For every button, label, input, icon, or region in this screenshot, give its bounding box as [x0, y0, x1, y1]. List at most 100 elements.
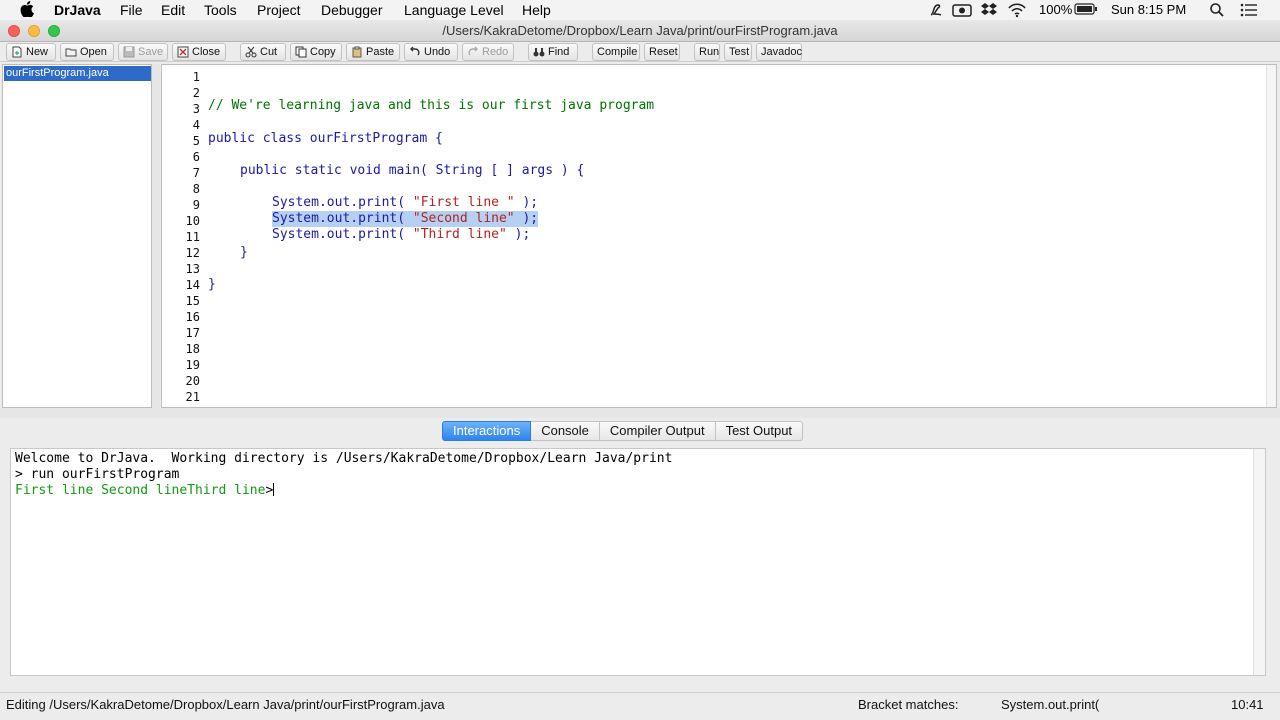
- compile-button-label: Compile: [597, 46, 638, 58]
- code-line-print-second-selected: System.out.print( "Second line" );: [272, 211, 539, 227]
- script-l-icon[interactable]: [928, 2, 944, 18]
- open-button[interactable]: Open: [60, 43, 114, 61]
- close-button[interactable]: Close: [172, 43, 226, 61]
- find-button[interactable]: Find: [528, 43, 578, 61]
- toolbar: New Open Save Close Cut Copy Paste Undo …: [0, 42, 1280, 62]
- new-file-icon: [12, 46, 22, 58]
- status-bracket-match: System.out.print(: [1001, 697, 1100, 712]
- save-button-label: Save: [138, 46, 164, 58]
- cut-button[interactable]: Cut: [240, 43, 286, 61]
- line-number: 4: [192, 118, 200, 132]
- run-button[interactable]: Run: [694, 43, 720, 61]
- camera-icon[interactable]: [952, 2, 972, 18]
- battery-percent[interactable]: 100%: [1039, 1, 1072, 19]
- apple-icon[interactable]: [20, 1, 34, 17]
- open-button-label: Open: [80, 46, 107, 58]
- close-button-label: Close: [192, 46, 221, 58]
- test-button[interactable]: Test: [724, 43, 752, 61]
- undo-button[interactable]: Undo: [404, 43, 458, 61]
- save-button[interactable]: Save: [118, 43, 168, 61]
- spotlight-search-icon[interactable]: [1209, 2, 1225, 18]
- open-folder-icon: [65, 48, 77, 57]
- menu-file[interactable]: File: [120, 1, 143, 19]
- code-line-print-third: System.out.print( "Third line" );: [272, 227, 530, 243]
- line-number: 9: [192, 198, 200, 212]
- menu-language-level[interactable]: Language Level: [404, 1, 504, 19]
- battery-icon[interactable]: [1074, 2, 1098, 16]
- run-button-label: Run: [699, 46, 720, 58]
- code-text: );: [514, 195, 539, 210]
- tab-interactions[interactable]: Interactions: [442, 421, 532, 441]
- notification-center-icon[interactable]: [1240, 2, 1258, 18]
- dropbox-icon[interactable]: [980, 2, 998, 18]
- tab-console[interactable]: Console: [531, 421, 600, 441]
- system-menu-bar: DrJava File Edit Tools Project Debugger …: [0, 0, 1280, 20]
- menubar-clock[interactable]: Sun 8:15 PM: [1111, 1, 1186, 19]
- line-number: 18: [185, 342, 200, 356]
- string-literal: "First line ": [412, 195, 515, 210]
- code-text: ourFirstProgram {: [301, 131, 443, 146]
- line-number: 19: [185, 358, 200, 372]
- menu-app-drjava[interactable]: DrJava: [54, 1, 101, 19]
- code-area[interactable]: // We're learning java and this is our f…: [208, 65, 654, 292]
- copy-icon: [295, 46, 307, 58]
- menu-edit[interactable]: Edit: [161, 1, 185, 19]
- line-number-gutter: 1 2 3 4 5 6 7 8 9 10 11 12 13 14 15 16 1…: [162, 65, 204, 407]
- line-number: 11: [185, 230, 200, 244]
- binoculars-icon: [533, 48, 545, 57]
- tab-test-output[interactable]: Test Output: [715, 421, 804, 441]
- interactions-scrollbar[interactable]: [1253, 449, 1265, 675]
- clipboard-icon: [352, 46, 362, 58]
- interactions-prompt: >: [265, 483, 274, 498]
- redo-icon: [468, 46, 478, 56]
- line-number: 14: [185, 278, 200, 292]
- code-text: System.out.print(: [272, 195, 413, 210]
- code-editor[interactable]: 1 2 3 4 5 6 7 8 9 10 11 12 13 14 15 16 1…: [161, 64, 1277, 408]
- compile-button[interactable]: Compile: [592, 43, 640, 61]
- editor-scrollbar[interactable]: [1266, 65, 1276, 407]
- horizontal-splitter[interactable]: [0, 408, 1280, 418]
- open-files-list: ourFirstProgram.java: [2, 64, 152, 408]
- cut-button-label: Cut: [260, 46, 278, 58]
- menu-debugger[interactable]: Debugger: [321, 1, 383, 19]
- status-editing-path: Editing /Users/KakraDetome/Dropbox/Learn…: [6, 697, 445, 712]
- redo-button[interactable]: Redo: [462, 43, 514, 61]
- line-number: 13: [185, 262, 200, 276]
- code-line-print-first: System.out.print( "First line " );: [272, 195, 538, 211]
- code-text: System.out.print(: [272, 227, 413, 242]
- undo-icon: [410, 46, 420, 56]
- code-line-close-class: }: [208, 277, 216, 292]
- menu-help[interactable]: Help: [522, 1, 551, 19]
- tab-compiler-output[interactable]: Compiler Output: [599, 421, 716, 441]
- menu-project[interactable]: Project: [257, 1, 301, 19]
- wifi-icon[interactable]: [1008, 2, 1026, 18]
- interactions-pane[interactable]: Welcome to DrJava. Working directory is …: [10, 448, 1266, 676]
- menu-tools[interactable]: Tools: [204, 1, 237, 19]
- line-number: 21: [185, 390, 200, 404]
- window-title-bar: /Users/KakraDetome/Dropbox/Learn Java/pr…: [0, 20, 1280, 42]
- line-number: 2: [192, 86, 200, 100]
- close-file-icon: [177, 46, 189, 58]
- file-item-ourfirstprogram[interactable]: ourFirstProgram.java: [4, 66, 151, 81]
- line-number: 20: [185, 374, 200, 388]
- new-button-label: New: [26, 46, 49, 58]
- text-cursor: [273, 483, 275, 496]
- reset-button[interactable]: Reset: [644, 43, 680, 61]
- paste-button[interactable]: Paste: [346, 43, 400, 61]
- interactions-command: > run ourFirstProgram: [15, 467, 180, 482]
- undo-button-label: Undo: [424, 46, 451, 58]
- line-number: 12: [185, 246, 200, 260]
- vertical-splitter[interactable]: [152, 64, 160, 408]
- code-text: System.out.print(: [272, 211, 413, 226]
- copy-button[interactable]: Copy: [290, 43, 342, 61]
- javadoc-button[interactable]: Javadoc: [756, 43, 802, 61]
- bottom-pane-tabs: Interactions Console Compiler Output Tes…: [442, 421, 804, 441]
- copy-button-label: Copy: [310, 46, 336, 58]
- code-line-main-decl: public static void main( String [ ] args…: [240, 163, 584, 179]
- save-disk-icon: [123, 46, 135, 58]
- keyword-text: public static void: [240, 163, 381, 178]
- code-line-class-decl: public class ourFirstProgram {: [208, 131, 443, 147]
- new-button[interactable]: New: [6, 43, 56, 61]
- scissors-icon: [245, 46, 257, 58]
- line-number: 8: [192, 182, 200, 196]
